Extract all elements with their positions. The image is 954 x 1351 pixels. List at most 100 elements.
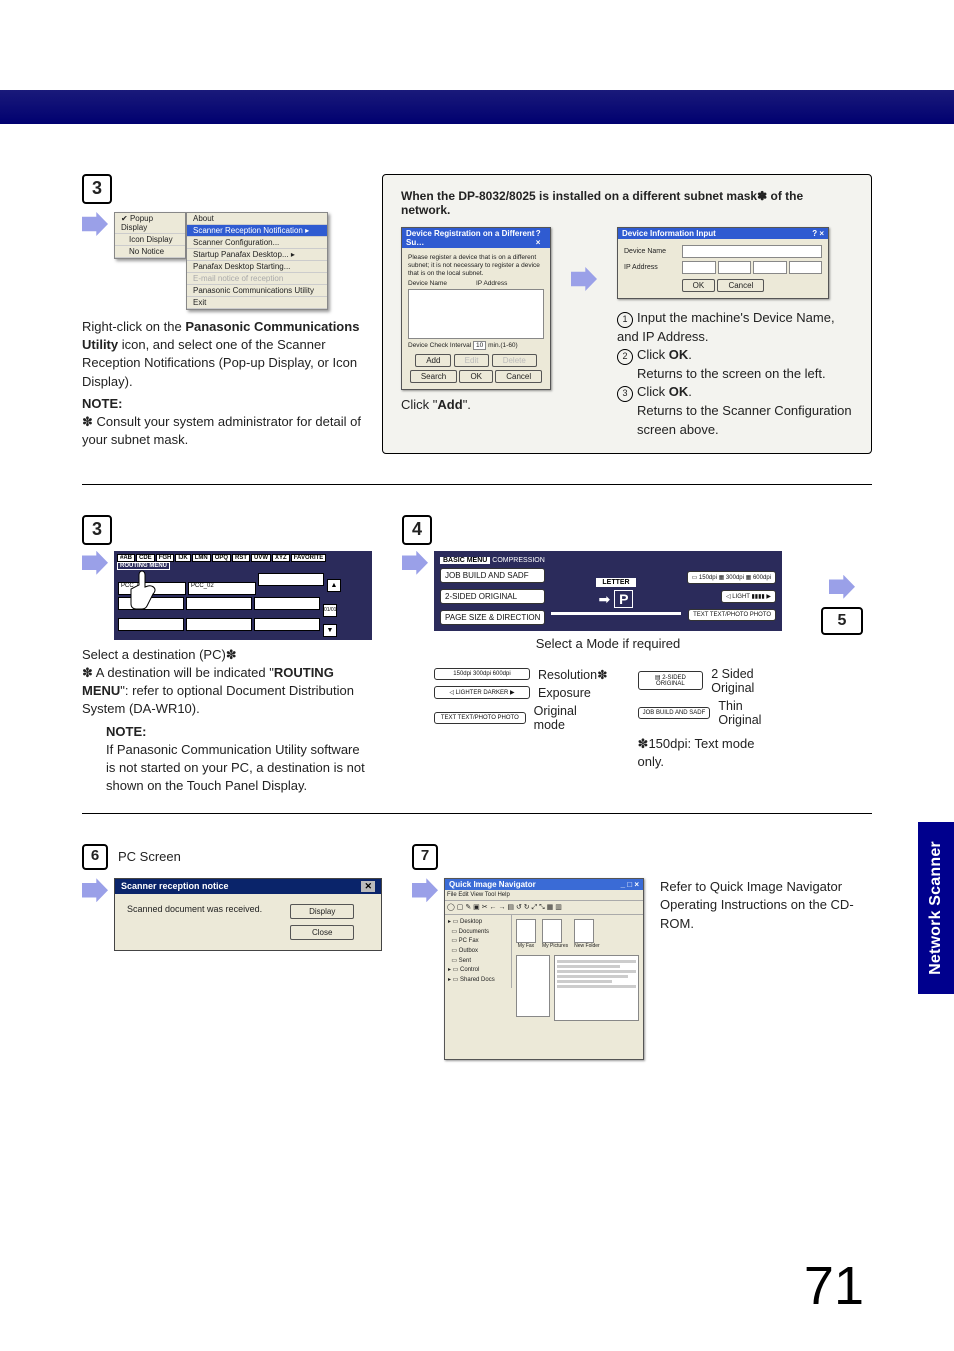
subnet-step2-desc: Returns to the screen on the left. bbox=[637, 365, 826, 383]
pointing-hand-icon bbox=[128, 569, 158, 613]
thin-original-icon[interactable]: JOB BUILD AND SADF bbox=[638, 707, 711, 719]
menu-pcu[interactable]: Panasonic Communications Utility bbox=[187, 285, 327, 297]
tab-opq[interactable]: OPQ bbox=[212, 554, 231, 562]
destination-empty[interactable] bbox=[186, 618, 252, 631]
devinfo-cancel-button[interactable]: Cancel bbox=[717, 279, 764, 292]
arrow-right-icon bbox=[412, 878, 438, 902]
numbered-step-1-icon: 1 bbox=[617, 312, 633, 328]
portrait-icon[interactable]: P bbox=[614, 590, 633, 608]
step-3a-number: 3 bbox=[82, 174, 112, 204]
devinfo-ip-3[interactable] bbox=[753, 261, 787, 274]
quick-image-navigator-window: Quick Image Navigator_ □ × File Edit Vie… bbox=[444, 878, 644, 1060]
lcd-tab-compression[interactable]: COMPRESSION bbox=[492, 557, 545, 564]
thin-original-label: Thin Original bbox=[718, 699, 782, 727]
step6-title: PC Screen bbox=[118, 848, 181, 866]
tab-rst[interactable]: RST bbox=[232, 554, 250, 562]
devreg-edit-button: Edit bbox=[454, 354, 490, 367]
devreg-foot-post: ". bbox=[463, 397, 471, 412]
window-controls-icon[interactable]: ? × bbox=[812, 229, 824, 238]
menu-no-notice[interactable]: No Notice bbox=[129, 247, 164, 256]
devreg-interval-input[interactable]: 10 bbox=[473, 341, 486, 350]
2sided-label: 2 Sided Original bbox=[711, 667, 782, 695]
step3a-note-label: NOTE: bbox=[82, 396, 122, 411]
tab-lmn[interactable]: LMN bbox=[192, 554, 211, 562]
devinfo-ip-2[interactable] bbox=[718, 261, 752, 274]
step4-footnote: ✽150dpi: Text mode only. bbox=[638, 735, 782, 771]
lcd-btn-2sided[interactable]: 2-SIDED ORIGINAL bbox=[440, 589, 545, 604]
destination-empty[interactable] bbox=[254, 618, 320, 631]
destination-lcd-panel: #ABCDEFGHIJKLMNOPQRSTUVWXYZFAVORITEROUTI… bbox=[114, 551, 372, 640]
subnet-panel-title: When the DP-8032/8025 is installed on a … bbox=[401, 189, 853, 217]
menu-scanner-configuration[interactable]: Scanner Configuration... bbox=[187, 237, 327, 249]
tab-cde[interactable]: CDE bbox=[136, 554, 155, 562]
step3a-note-body: ✽ Consult your system administrator for … bbox=[82, 414, 361, 447]
scroll-down-icon[interactable]: ▼ bbox=[323, 624, 337, 637]
destination-pcc02[interactable]: PCC_02 bbox=[188, 582, 256, 595]
devreg-titlebar: Device Registration on a Different Su… bbox=[406, 229, 536, 247]
scanner-reception-notice-window: Scanner reception notice ✕ Scanned docume… bbox=[114, 878, 382, 951]
destination-empty[interactable] bbox=[118, 618, 184, 631]
menu-about[interactable]: About bbox=[187, 213, 327, 225]
arrow-right-icon bbox=[82, 878, 108, 902]
devreg-delete-button: Delete bbox=[492, 354, 537, 367]
devinfo-ip-4[interactable] bbox=[789, 261, 823, 274]
devinfo-ip-1[interactable] bbox=[682, 261, 716, 274]
devinfo-name-input[interactable] bbox=[682, 245, 822, 258]
subnet-step3-desc: Returns to the Scanner Configuration scr… bbox=[637, 402, 853, 438]
page-number: 71 bbox=[804, 1255, 864, 1317]
devreg-foot-bold: Add bbox=[437, 397, 462, 412]
step3b-note-body: If Panasonic Communication Utility softw… bbox=[106, 742, 365, 793]
numbered-step-2-icon: 2 bbox=[617, 349, 633, 365]
notice-message: Scanned document was received. bbox=[127, 904, 262, 914]
devreg-cancel-button[interactable]: Cancel bbox=[495, 370, 542, 383]
devinfo-ok-button[interactable]: OK bbox=[682, 279, 716, 292]
lcd-letter-label: LETTER bbox=[596, 578, 635, 587]
step3a-text-post: icon, and select one of the Scanner Rece… bbox=[82, 337, 357, 388]
lcd-btn-pagesize[interactable]: PAGE SIZE & DIRECTION bbox=[440, 610, 545, 625]
notice-titlebar: Scanner reception notice bbox=[121, 881, 229, 892]
arrow-right-icon bbox=[82, 212, 108, 236]
menu-icon-display[interactable]: Icon Display bbox=[129, 235, 173, 244]
original-mode-label: Original mode bbox=[534, 704, 608, 732]
lcd-tab-basic[interactable]: BASIC MENU bbox=[440, 557, 490, 564]
menu-panafax-starting: Panafax Desktop Starting... bbox=[187, 261, 327, 273]
tab-uvw[interactable]: UVW bbox=[251, 554, 271, 562]
devreg-ok-button[interactable]: OK bbox=[459, 370, 493, 383]
devreg-list[interactable] bbox=[408, 289, 544, 339]
step-3b-number: 3 bbox=[82, 515, 112, 545]
notice-display-button[interactable]: Display bbox=[290, 904, 354, 919]
tab-fgh[interactable]: FGH bbox=[156, 554, 175, 562]
device-registration-window: Device Registration on a Different Su…? … bbox=[401, 227, 551, 390]
window-controls-icon[interactable]: _ □ × bbox=[621, 880, 639, 889]
tab-ijk[interactable]: IJK bbox=[175, 554, 190, 562]
menu-startup-panafax[interactable]: Startup Panafax Desktop... ▸ bbox=[187, 249, 327, 261]
devreg-add-button[interactable]: Add bbox=[415, 354, 451, 367]
destination-empty[interactable] bbox=[258, 573, 324, 586]
devreg-col-name: Device Name bbox=[408, 280, 476, 287]
tab-xyz[interactable]: XYZ bbox=[272, 554, 290, 562]
destination-empty[interactable] bbox=[186, 597, 252, 610]
tab-ab[interactable]: #AB bbox=[117, 554, 135, 562]
resolution-label: Resolution✽ bbox=[538, 667, 608, 682]
qin-titlebar: Quick Image Navigator bbox=[449, 880, 536, 889]
window-controls-icon[interactable]: ? × bbox=[536, 229, 546, 247]
tab-favorite[interactable]: FAVORITE bbox=[291, 554, 327, 562]
page-indicator: 01/01 bbox=[323, 604, 337, 617]
scroll-up-icon[interactable]: ▲ bbox=[327, 579, 341, 592]
menu-exit[interactable]: Exit bbox=[187, 297, 327, 309]
step3b-line1: Select a destination (PC)✽ bbox=[82, 646, 372, 664]
close-icon[interactable]: ✕ bbox=[361, 881, 375, 892]
original-mode-icon[interactable]: TEXT TEXT/PHOTO PHOTO bbox=[434, 712, 526, 724]
menu-popup-display[interactable]: Popup Display bbox=[121, 214, 153, 232]
notice-close-button[interactable]: Close bbox=[290, 925, 354, 940]
devreg-instructions: Please register a device that is on a di… bbox=[408, 254, 544, 277]
menu-scanner-reception-notification[interactable]: Scanner Reception Notification ▸ bbox=[187, 225, 327, 237]
lcd-btn-jobbuild[interactable]: JOB BUILD AND SADF bbox=[440, 568, 545, 583]
numbered-step-3-icon: 3 bbox=[617, 386, 633, 402]
devreg-search-button[interactable]: Search bbox=[410, 370, 457, 383]
devinfo-name-label: Device Name bbox=[624, 248, 682, 255]
resolution-icon[interactable]: 150dpi 300dpi 600dpi bbox=[434, 668, 530, 680]
destination-empty[interactable] bbox=[254, 597, 320, 610]
device-info-input-window: Device Information Input? × Device Name … bbox=[617, 227, 829, 299]
step-4-number: 4 bbox=[402, 515, 432, 545]
